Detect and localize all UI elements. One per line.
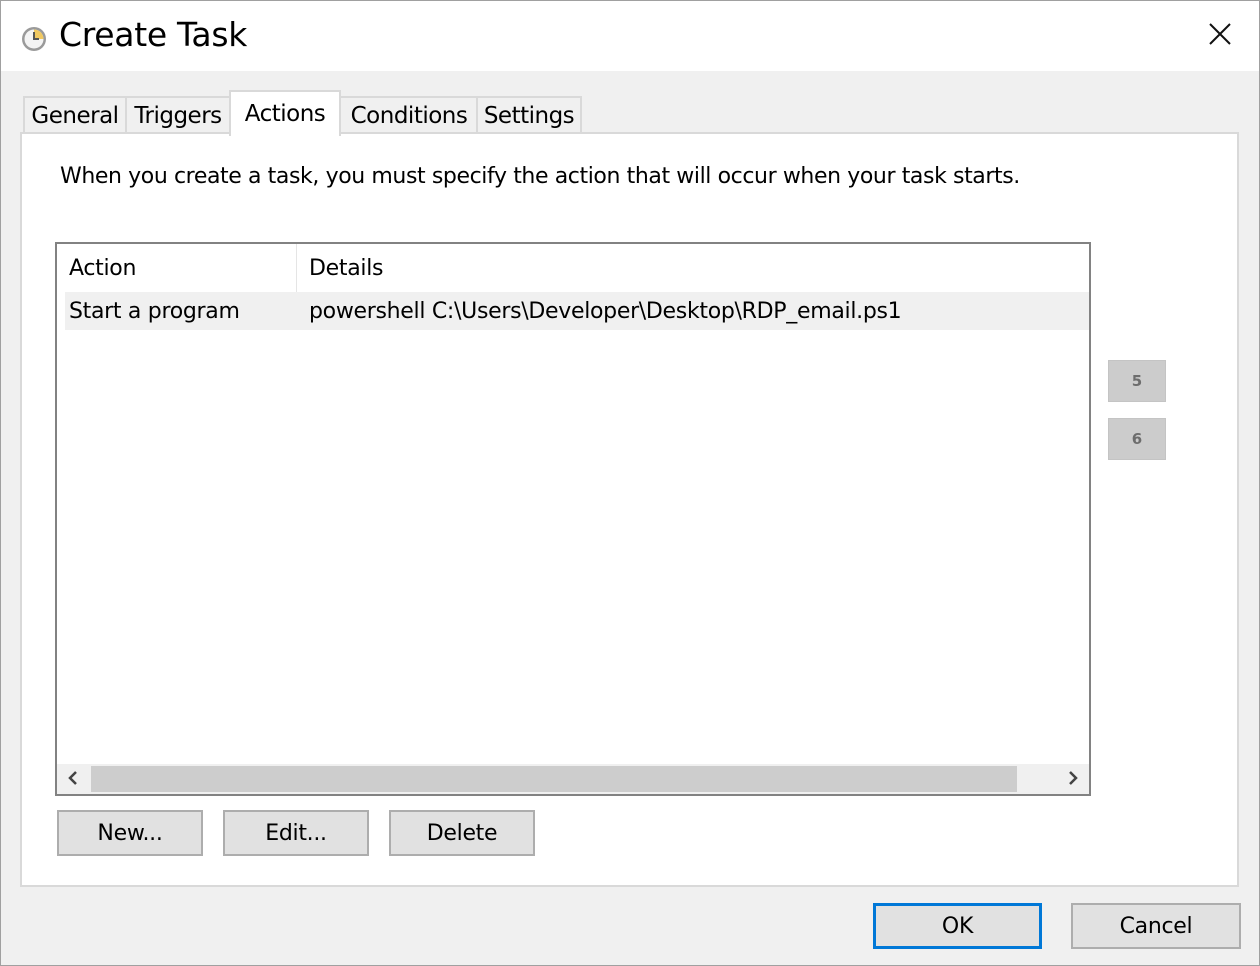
tab-triggers[interactable]: Triggers: [125, 96, 231, 134]
actions-list[interactable]: Action Details Start a program powershel…: [55, 242, 1091, 796]
tab-conditions[interactable]: Conditions: [339, 96, 479, 134]
cancel-button[interactable]: Cancel: [1071, 903, 1241, 949]
clock-icon: [21, 26, 47, 52]
window-title: Create Task: [59, 15, 248, 54]
column-header-details[interactable]: Details: [297, 244, 1089, 292]
create-task-dialog: Create Task General Triggers Actions Con…: [0, 0, 1260, 966]
row-details: powershell C:\Users\Developer\Desktop\RD…: [309, 298, 902, 324]
intro-text: When you create a task, you must specify…: [60, 164, 1020, 189]
row-action: Start a program: [69, 298, 240, 324]
tab-actions[interactable]: Actions: [229, 90, 341, 136]
new-button[interactable]: New...: [57, 810, 203, 856]
actions-panel: When you create a task, you must specify…: [20, 132, 1239, 887]
tab-settings[interactable]: Settings: [476, 96, 582, 134]
column-header-action[interactable]: Action: [57, 244, 297, 292]
table-row[interactable]: Start a program powershell C:\Users\Deve…: [65, 292, 1089, 330]
move-up-button[interactable]: 5: [1108, 360, 1166, 402]
ok-button[interactable]: OK: [873, 903, 1042, 949]
close-button[interactable]: [1197, 15, 1243, 57]
close-icon: [1209, 23, 1231, 49]
scroll-right-button[interactable]: [1057, 764, 1089, 794]
delete-button[interactable]: Delete: [389, 810, 535, 856]
chevron-left-icon: [67, 770, 79, 789]
move-down-button[interactable]: 6: [1108, 418, 1166, 460]
scroll-left-button[interactable]: [57, 764, 89, 794]
edit-button[interactable]: Edit...: [223, 810, 369, 856]
list-header: Action Details: [57, 244, 1089, 292]
chevron-right-icon: [1067, 770, 1079, 789]
scroll-thumb[interactable]: [91, 766, 1017, 792]
horizontal-scrollbar[interactable]: [57, 764, 1089, 794]
tab-general[interactable]: General: [23, 96, 127, 134]
title-bar: Create Task: [1, 1, 1259, 71]
